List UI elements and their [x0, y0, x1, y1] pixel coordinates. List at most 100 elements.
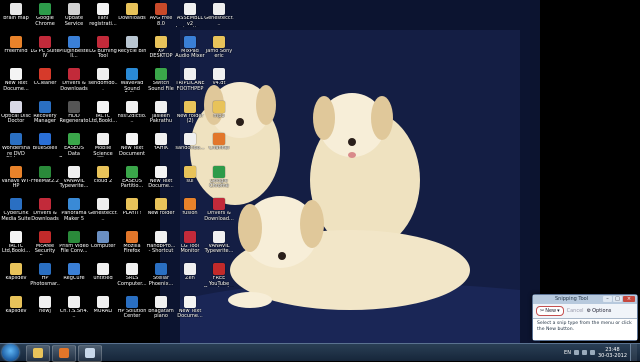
desktop-icon[interactable]: WavePad Sound Editor — [117, 67, 147, 97]
desktop-icon[interactable]: Ch.T.S.Sri4... — [59, 295, 89, 325]
desktop-icon[interactable]: BlueSoleil — [30, 132, 60, 162]
desktop-icon[interactable]: Zen — [175, 262, 205, 292]
desktop-icon[interactable]: newj — [30, 295, 60, 325]
desktop-icon[interactable]: CyberLink Media Suite — [1, 197, 31, 227]
desktop-icon[interactable]: YAHIK — [146, 132, 176, 162]
network-icon[interactable] — [581, 350, 587, 355]
clock[interactable]: 23:48 30-03-2012 — [598, 347, 627, 359]
desktop-icon[interactable]: Wondershare DVD Slides... — [1, 132, 31, 162]
desktop-icon[interactable]: mp3 — [204, 100, 234, 130]
desktop-icon[interactable]: fusion — [175, 197, 205, 227]
snipping-tool-window[interactable]: Snipping Tool – □ × ✂ New ▾ Cancel ⚙ Opt… — [532, 294, 638, 341]
desktop-icon[interactable]: kapildev — [1, 262, 31, 292]
desktop-icon[interactable]: sui — [175, 165, 205, 195]
options-button[interactable]: ⚙ Options — [587, 308, 612, 314]
desktop-icon[interactable]: bhagatam piano — [146, 295, 176, 325]
desktop-icon[interactable]: untitled — [88, 262, 118, 292]
chevron-down-icon: ▾ — [557, 308, 560, 314]
desktop-icon[interactable]: LG Burning Tool — [88, 35, 118, 65]
desktop-icon[interactable]: New Text Docume... — [1, 67, 31, 97]
desktop-icon[interactable]: Downloads — [117, 2, 147, 32]
desktop-icon[interactable]: Google Chrome — [30, 2, 60, 32]
desktop-icon[interactable]: Panorama Maker 5 — [59, 197, 89, 227]
desktop-icon[interactable]: VANAVIL Typewrite... — [204, 230, 234, 260]
start-button[interactable] — [2, 344, 19, 361]
desktop-icon[interactable]: HandbPro... - Shortcut — [146, 230, 176, 260]
desktop-icon[interactable]: New folder (2) — [175, 100, 205, 130]
taskbar-button[interactable] — [52, 345, 76, 362]
desktop-icon[interactable]: Jasleen Pakrathu — [146, 100, 176, 130]
desktop-icon[interactable]: LG PC Suite IV — [30, 35, 60, 65]
desktop-icon[interactable]: Freemind — [1, 35, 31, 65]
desktop-icon[interactable]: Genesteccr... — [204, 2, 234, 32]
show-desktop-button[interactable] — [630, 344, 637, 361]
desktop-icon[interactable]: PluginBestell... — [59, 35, 89, 65]
desktop-icon[interactable]: cloud 2 — [88, 165, 118, 195]
desktop-icon[interactable]: Recovery Manager — [30, 100, 60, 130]
desktop-icon[interactable]: LG Tool Monitor — [175, 230, 205, 260]
close-button[interactable]: × — [623, 296, 635, 302]
desktop-icon[interactable]: EASEUS Data Recovery ... — [59, 132, 89, 162]
desktop-icon[interactable]: McAfee Security Sc... — [30, 230, 60, 260]
desktop-icon[interactable]: HP Photosmar... — [30, 262, 60, 292]
desktop-icon[interactable]: HDD Regenerator — [59, 100, 89, 130]
desktop-icon[interactable]: Recycle Bin — [117, 35, 147, 65]
desktop-icon[interactable]: EASEUS Partitio... — [117, 165, 147, 195]
new-snip-button[interactable]: ✂ New ▾ — [536, 306, 564, 316]
desktop-icon[interactable]: VANAVIL Typewrite... — [59, 165, 89, 195]
desktop-icon[interactable]: New Text Docume... — [146, 165, 176, 195]
desktop-icon[interactable]: sendomdo... — [88, 67, 118, 97]
desktop-icon-label: VANAVIL Typewrite... — [204, 243, 234, 254]
maximize-button[interactable]: □ — [613, 296, 622, 302]
show-hidden-icons-icon[interactable] — [573, 350, 579, 355]
desktop-icon[interactable]: New folder — [146, 197, 176, 227]
desktop-icon[interactable]: hss!2dictio... — [117, 100, 147, 130]
desktop-icon[interactable]: MURALI — [88, 295, 118, 325]
desktop-icon[interactable]: Mozilla Firefox — [117, 230, 147, 260]
desktop-icon[interactable]: v4.dt — [204, 67, 234, 97]
desktop-icon[interactable]: FREE YouTube Downloader — [204, 262, 234, 292]
desktop-icon[interactable]: Jamo Sony eric — [204, 35, 234, 65]
desktop-icon[interactable]: sandondo... — [175, 132, 205, 162]
desktop-icon[interactable]: Drivers & Downloads — [30, 197, 60, 227]
volume-icon[interactable] — [589, 350, 595, 355]
desktop-icon[interactable]: Optical Disc Doctor — [1, 100, 31, 130]
desktop-icon[interactable]: Computer — [88, 230, 118, 260]
desktop-icon[interactable]: Vanavil WT-HP — [1, 165, 31, 195]
desktop-icon[interactable]: HP Solution Center — [117, 295, 147, 325]
desktop-icon[interactable]: TRIPLICANE FOOTHPEP — [175, 67, 205, 97]
desktop-icon[interactable]: New Text Docume... — [175, 295, 205, 325]
taskbar-button[interactable] — [26, 345, 50, 362]
desktop-icon[interactable]: ASSEMBLL v2 Instructio... — [175, 2, 205, 32]
language-indicator[interactable]: EN — [564, 350, 571, 356]
desktop-icon[interactable]: Channel — [204, 132, 234, 162]
desktop-icon[interactable]: AVG Free 8.0 — [146, 2, 176, 32]
desktop-icon[interactable]: Google Chrome — [204, 165, 234, 195]
desktop-icon[interactable]: Prism Video File Conv... — [59, 230, 89, 260]
document-icon — [126, 263, 138, 275]
desktop-icon[interactable]: kapildev — [1, 295, 31, 325]
desktop-icon[interactable]: XP DESKTOP — [146, 35, 176, 65]
desktop-icon[interactable]: RegCure — [59, 262, 89, 292]
desktop-icon[interactable]: SRLS Computer... — [117, 262, 147, 292]
desktop-icon[interactable]: Genesteccr... — [88, 197, 118, 227]
desktop-icon[interactable]: llanl registrati... — [88, 2, 118, 32]
desktop-icon[interactable]: New Text Document — [117, 132, 147, 162]
desktop-icon[interactable]: PLAYIT! — [117, 197, 147, 227]
desktop-icon[interactable]: Mobile Science Wi... — [88, 132, 118, 162]
desktop-icon[interactable]: Switch Sound File — [146, 67, 176, 97]
desktop-icon[interactable]: Stellar Phoenix... — [146, 262, 176, 292]
cancel-button[interactable]: Cancel — [567, 308, 584, 314]
minimize-button[interactable]: – — [603, 296, 612, 302]
desktop-icon[interactable]: brain map — [1, 2, 31, 32]
desktop-icon[interactable]: MixPad Audio Mixer — [175, 35, 205, 65]
desktop-icon[interactable]: Drivers & Downloads — [59, 67, 89, 97]
desktop-icon[interactable]: IRCTC Ltd,Booki... — [1, 230, 31, 260]
desktop-icon[interactable]: IRCTC Ltd,Booki... — [88, 100, 118, 130]
desktop-icon[interactable]: Update Service — [59, 2, 89, 32]
desktop-icon[interactable]: FreeMat2.2 — [30, 165, 60, 195]
snipping-tool-titlebar[interactable]: Snipping Tool – □ × — [533, 295, 637, 304]
desktop-icon[interactable]: Drivers & Download... — [204, 197, 234, 227]
desktop-icon[interactable]: CCleaner — [30, 67, 60, 97]
taskbar-button[interactable] — [78, 345, 102, 362]
